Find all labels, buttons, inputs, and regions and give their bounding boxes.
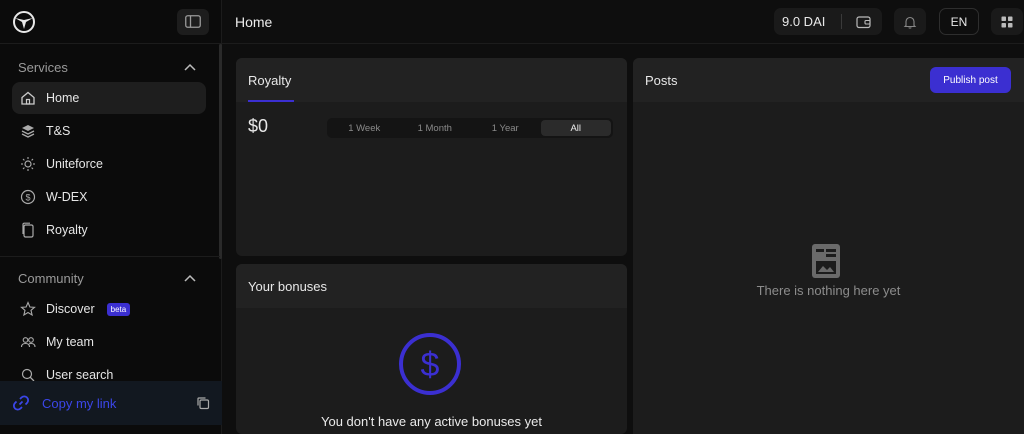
sidebar-item-discover[interactable]: Discover beta: [12, 293, 206, 325]
balance-value: 9.0 DAI: [782, 14, 826, 29]
sidebar-item-label: T&S: [46, 124, 71, 138]
coin-icon: $: [20, 189, 36, 205]
top-header: Home 9.0 DAI EN: [222, 0, 1024, 44]
sidebar-item-label: Uniteforce: [46, 157, 103, 171]
period-1-week[interactable]: 1 Week: [329, 120, 400, 136]
sidebar-item-wdex[interactable]: $ W-DEX: [12, 181, 206, 213]
link-icon: [12, 395, 30, 411]
apps-menu-button[interactable]: [991, 8, 1023, 35]
services-section: Services Home T&S Uniteforce $ W-DEX Roy…: [0, 52, 218, 247]
section-title: Services: [18, 59, 68, 75]
posts-title: Posts: [645, 72, 678, 88]
home-icon: [20, 90, 36, 106]
sidebar-collapse-button[interactable]: [177, 8, 209, 35]
community-section: Community Discover beta My team User sea…: [0, 263, 218, 392]
sidebar-scrollbar[interactable]: [219, 44, 222, 259]
wallet-balance[interactable]: 9.0 DAI: [774, 8, 882, 35]
services-section-header[interactable]: Services: [0, 52, 218, 82]
section-title: Community: [18, 270, 84, 286]
sidebar-top: [0, 0, 221, 44]
posts-card-header: Posts Publish post: [633, 58, 1024, 102]
active-tab-indicator: [248, 100, 294, 102]
copy-link-label: Copy my link: [42, 395, 117, 411]
wallet-icon: [856, 15, 871, 28]
language-button[interactable]: EN: [939, 8, 979, 35]
notifications-button[interactable]: [894, 8, 926, 35]
sidebar-item-my-team[interactable]: My team: [12, 326, 206, 358]
period-all[interactable]: All: [540, 120, 611, 136]
sidebar-item-label: My team: [46, 335, 94, 349]
document-image-icon: [812, 244, 840, 278]
royalty-title: Royalty: [248, 72, 292, 88]
sidebar-item-label: Royalty: [46, 223, 88, 237]
posts-empty-text: There is nothing here yet: [756, 283, 901, 298]
sidebar-item-ts[interactable]: T&S: [12, 115, 206, 147]
bonuses-card: Your bonuses $ You don't have any active…: [236, 264, 627, 434]
layers-icon: [20, 123, 36, 139]
sidebar: Services Home T&S Uniteforce $ W-DEX Roy…: [0, 0, 222, 434]
bonuses-card-header: Your bonuses: [236, 264, 627, 308]
grid-icon: [1001, 16, 1013, 27]
bell-icon: [903, 16, 917, 29]
period-1-year[interactable]: 1 Year: [470, 120, 541, 136]
dollar-circle-icon: $: [399, 333, 461, 395]
sidebar-item-label: Home: [46, 91, 80, 105]
chevron-up-icon: [184, 63, 196, 71]
chevron-up-icon: [184, 274, 196, 282]
sidebar-item-uniteforce[interactable]: Uniteforce: [12, 148, 206, 180]
publish-post-button[interactable]: Publish post: [930, 67, 1011, 93]
royalty-card: Royalty $0 1 Week 1 Month 1 Year All: [236, 58, 627, 256]
copy-icon[interactable]: [196, 396, 210, 410]
royalty-card-header: Royalty: [236, 58, 627, 102]
period-selector: 1 Week 1 Month 1 Year All: [327, 118, 613, 138]
bonuses-empty-text: You don't have any active bonuses yet: [321, 414, 542, 429]
panel-icon: [185, 15, 201, 28]
sidebar-item-home[interactable]: Home: [12, 82, 206, 114]
page-title: Home: [235, 13, 273, 30]
period-1-month[interactable]: 1 Month: [400, 120, 471, 136]
copy-link-bar[interactable]: Copy my link: [0, 381, 222, 425]
sidebar-item-label: Discover: [46, 302, 95, 316]
sidebar-item-royalty[interactable]: Royalty: [12, 214, 206, 246]
sun-icon: [20, 156, 36, 172]
sidebar-item-label: W-DEX: [46, 190, 88, 204]
posts-card: Posts Publish post There is nothing here…: [633, 58, 1024, 434]
balance-separator: [841, 14, 843, 29]
users-icon: [20, 334, 36, 350]
royalty-amount: $0: [248, 116, 269, 136]
bonuses-title: Your bonuses: [248, 278, 328, 294]
svg-text:$: $: [421, 346, 440, 384]
files-icon: [20, 222, 36, 238]
star-icon: [20, 301, 36, 317]
svg-text:$: $: [25, 192, 30, 202]
app-root: Services Home T&S Uniteforce $ W-DEX Roy…: [0, 0, 1024, 434]
beta-badge: beta: [106, 302, 131, 316]
sidebar-item-label: User search: [46, 368, 114, 382]
sidebar-divider: [0, 256, 220, 257]
logo-icon[interactable]: [12, 10, 36, 34]
community-section-header[interactable]: Community: [0, 263, 218, 293]
